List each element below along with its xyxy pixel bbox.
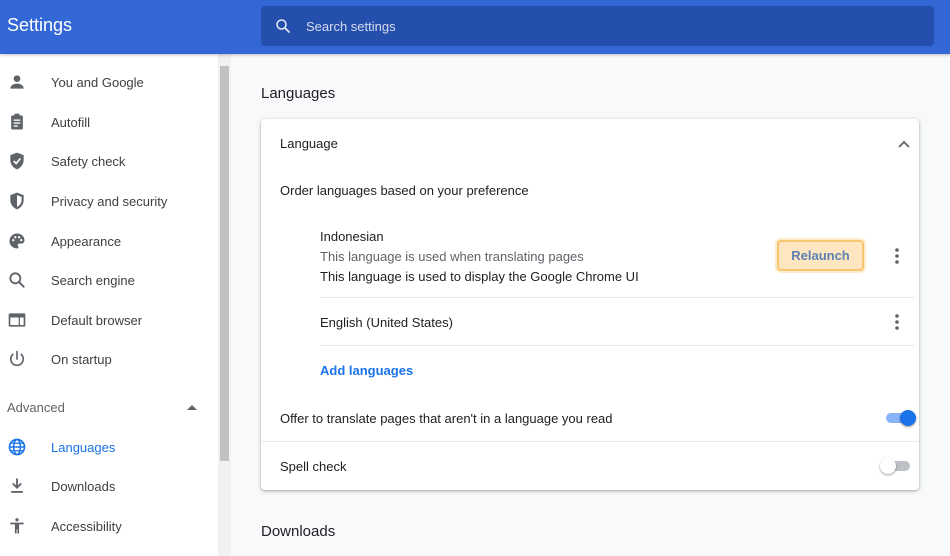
language-card: Language Order languages based on your p…: [261, 119, 919, 490]
language-ui-note: This language is used to display the Goo…: [320, 269, 639, 284]
caret-up-icon: [187, 405, 197, 410]
section-title-languages: Languages: [261, 85, 336, 102]
sidebar-item-safety-check[interactable]: Safety check: [0, 141, 218, 181]
search-input[interactable]: [306, 6, 906, 46]
toggle-knob: [880, 458, 896, 474]
order-languages-text: Order languages based on your preference: [280, 183, 529, 198]
sidebar-item-appearance[interactable]: Appearance: [0, 221, 218, 261]
sidebar: You and Google Autofill Safety check Pri…: [0, 54, 218, 556]
section-title-downloads: Downloads: [261, 523, 336, 540]
sidebar-item-label: Default browser: [51, 313, 143, 328]
search-box[interactable]: [261, 6, 934, 46]
language-divider: [320, 345, 915, 346]
shield-check-icon: [10, 152, 24, 170]
sidebar-item-label: Accessibility: [51, 519, 122, 534]
advanced-section-toggle[interactable]: Advanced: [0, 387, 218, 427]
sidebar-item-search-engine[interactable]: Search engine: [0, 260, 218, 300]
spell-check-toggle[interactable]: [880, 458, 912, 474]
person-icon: [10, 75, 24, 89]
sidebar-item-label: Search engine: [51, 273, 135, 288]
sidebar-item-label: Privacy and security: [51, 194, 168, 209]
add-languages-link[interactable]: Add languages: [320, 363, 413, 378]
chevron-up-icon[interactable]: [897, 137, 911, 151]
sidebar-item-label: On startup: [51, 352, 112, 367]
main-content: Languages Language Order languages based…: [231, 54, 950, 556]
sidebar-item-privacy-and-security[interactable]: Privacy and security: [0, 181, 218, 221]
spell-check-label: Spell check: [280, 459, 347, 474]
globe-icon: [8, 438, 26, 456]
language-header: Language: [280, 136, 338, 151]
language-name-english: English (United States): [320, 315, 453, 330]
sidebar-item-label: Languages: [51, 440, 116, 455]
translate-offer-toggle[interactable]: [884, 410, 916, 426]
sidebar-item-default-browser[interactable]: Default browser: [0, 300, 218, 340]
more-vert-icon[interactable]: [887, 312, 907, 332]
language-divider: [320, 297, 915, 298]
relaunch-button[interactable]: Relaunch: [777, 240, 864, 271]
language-name-indonesian: Indonesian: [320, 229, 384, 244]
sidebar-scrollbar[interactable]: [218, 54, 231, 556]
language-translate-note: This language is used when translating p…: [320, 249, 584, 264]
sidebar-item-label: Downloads: [51, 479, 116, 494]
toggle-knob: [900, 410, 916, 426]
shield-icon: [10, 192, 24, 210]
sidebar-item-label: Safety check: [51, 154, 126, 169]
sidebar-item-label: Autofill: [51, 115, 91, 130]
browser-icon: [8, 313, 26, 327]
sidebar-item-downloads[interactable]: Downloads: [0, 466, 218, 506]
more-vert-icon[interactable]: [887, 246, 907, 266]
row-divider: [261, 441, 919, 442]
top-bar: Settings: [0, 0, 950, 54]
sidebar-item-autofill[interactable]: Autofill: [0, 102, 218, 142]
sidebar-item-label: You and Google: [51, 75, 144, 90]
sidebar-item-languages[interactable]: Languages: [0, 427, 218, 467]
clipboard-icon: [11, 113, 23, 130]
search-icon: [9, 272, 25, 288]
accessibility-icon: [10, 518, 24, 534]
sidebar-item-accessibility[interactable]: Accessibility: [0, 506, 218, 546]
translate-offer-label: Offer to translate pages that aren't in …: [280, 411, 613, 426]
advanced-label: Advanced: [7, 400, 65, 415]
power-icon: [9, 350, 25, 367]
sidebar-item-you-and-google[interactable]: You and Google: [0, 62, 218, 102]
sidebar-item-label: Appearance: [51, 234, 122, 249]
search-icon: [276, 19, 290, 33]
app-title: Settings: [7, 15, 73, 35]
palette-icon: [9, 233, 25, 249]
download-icon: [11, 478, 23, 493]
sidebar-item-on-startup[interactable]: On startup: [0, 339, 218, 379]
scrollbar-thumb[interactable]: [220, 66, 229, 461]
